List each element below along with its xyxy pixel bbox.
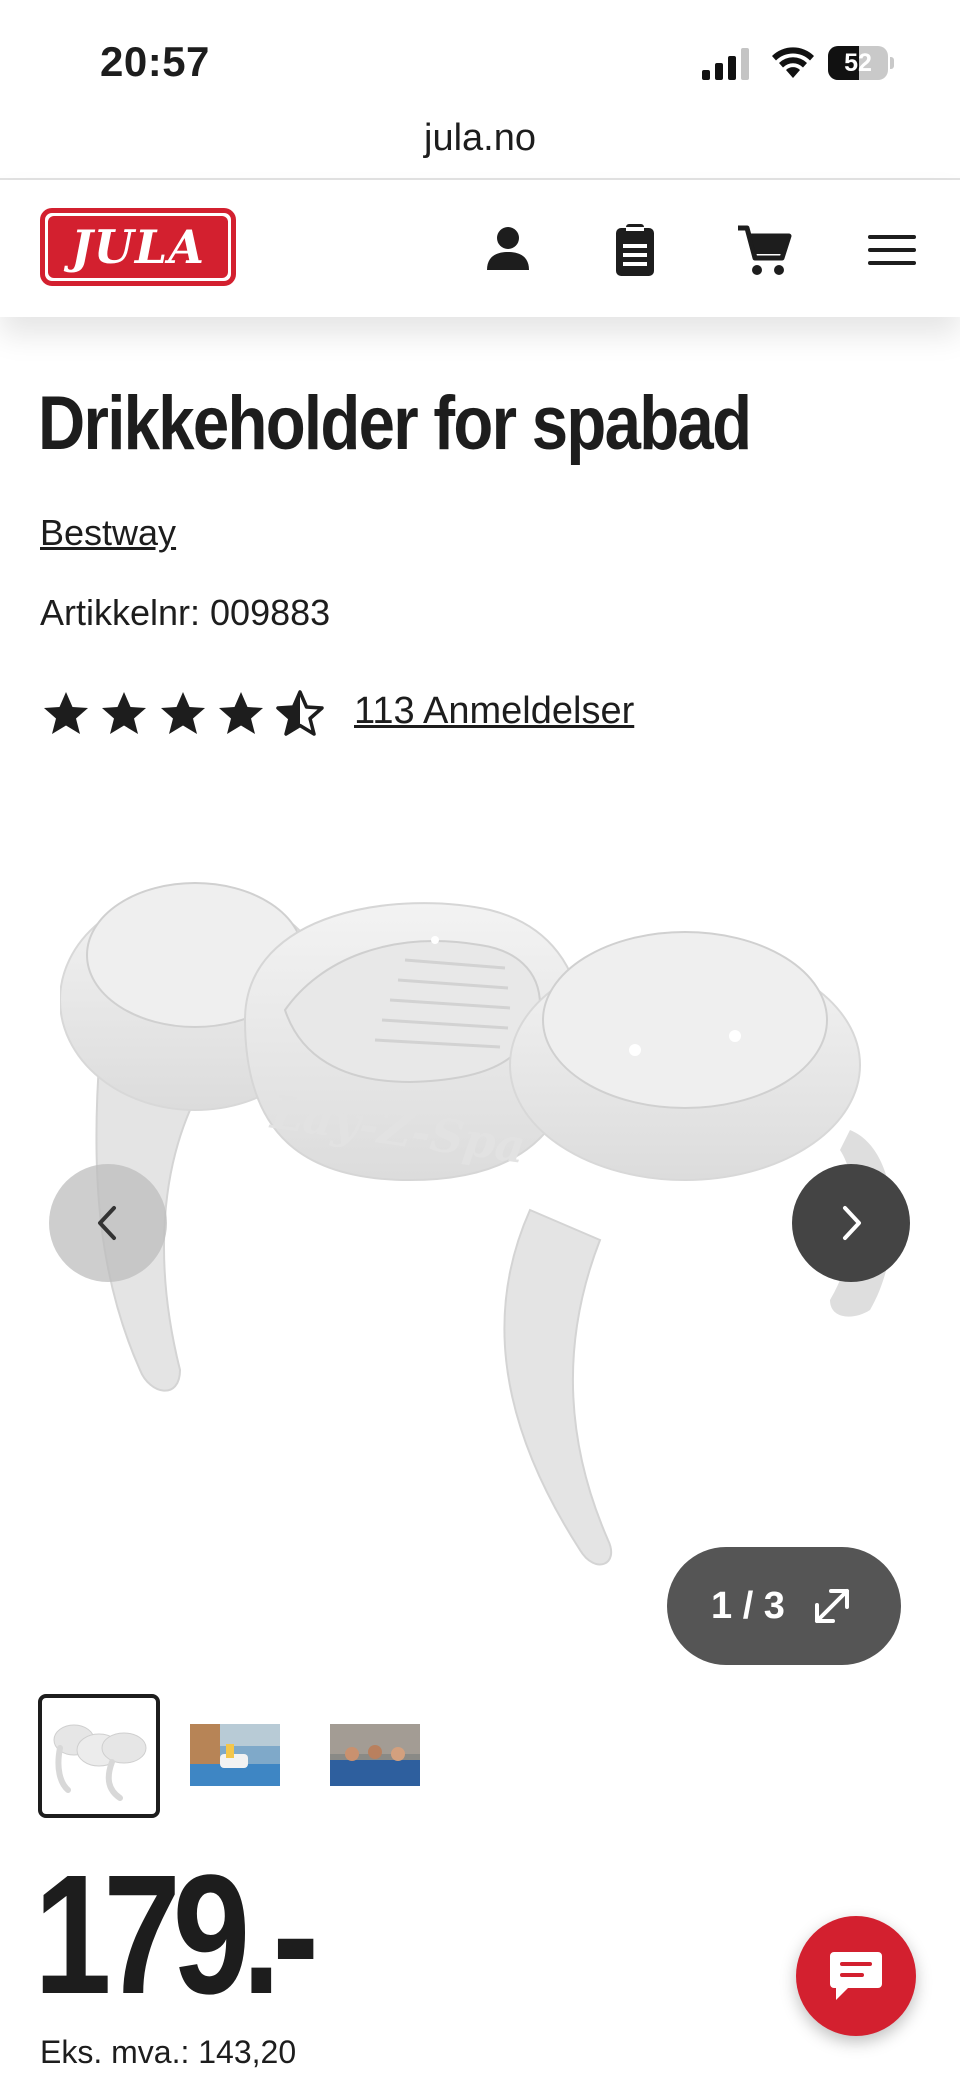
star-full-icon	[219, 692, 263, 734]
star-full-icon	[161, 692, 205, 734]
brand-link[interactable]: Bestway	[40, 512, 176, 554]
image-counter-button[interactable]: 1 / 3	[667, 1547, 901, 1665]
shopping-list-icon[interactable]	[605, 220, 665, 280]
chat-icon	[830, 1952, 882, 2000]
cellular-signal-icon	[702, 48, 749, 80]
star-full-icon	[44, 692, 88, 734]
site-header: JULA	[0, 180, 960, 317]
price-ex-vat: Eks. mva.: 143,20	[40, 2034, 297, 2070]
wifi-icon	[772, 47, 814, 78]
chat-button[interactable]	[796, 1916, 916, 2036]
chevron-right-icon	[843, 1206, 861, 1240]
expand-icon	[815, 1589, 849, 1623]
account-icon[interactable]	[478, 220, 538, 280]
star-full-icon	[102, 692, 146, 734]
thumbnail-strip	[0, 1694, 960, 1818]
chevron-left-icon	[98, 1206, 116, 1240]
status-time: 20:57	[100, 38, 210, 85]
reviews-link[interactable]: 113 Anmeldelser	[354, 690, 634, 733]
thumbnail-drink-holder-image	[53, 1724, 147, 1801]
next-image-button[interactable]	[792, 1164, 910, 1282]
battery-percent: 52	[844, 49, 872, 77]
previous-image-button[interactable]	[49, 1164, 167, 1282]
jula-logo[interactable]: JULA	[40, 208, 236, 286]
product-price: 179.-	[34, 1840, 319, 2030]
star-half-icon	[276, 690, 324, 736]
battery-icon: 52	[828, 46, 894, 80]
thumbnail-2[interactable]	[190, 1724, 280, 1786]
thumbnail-1[interactable]	[38, 1694, 160, 1818]
image-counter: 1 / 3	[711, 1585, 785, 1627]
article-number: Artikkelnr: 009883	[40, 592, 331, 633]
menu-icon[interactable]	[862, 220, 922, 280]
product-gallery: Lay-Z-Spa 1 / 3	[0, 820, 960, 1680]
browser-url[interactable]: jula.no	[0, 110, 960, 180]
thumbnail-3[interactable]	[330, 1724, 420, 1786]
status-bar: 20:57 52	[0, 0, 960, 110]
logo-text: JULA	[71, 220, 205, 274]
product-image[interactable]: Lay-Z-Spa	[60, 850, 900, 1610]
product-title: Drikkeholder for spabad	[38, 381, 752, 466]
cart-icon[interactable]	[734, 220, 794, 280]
